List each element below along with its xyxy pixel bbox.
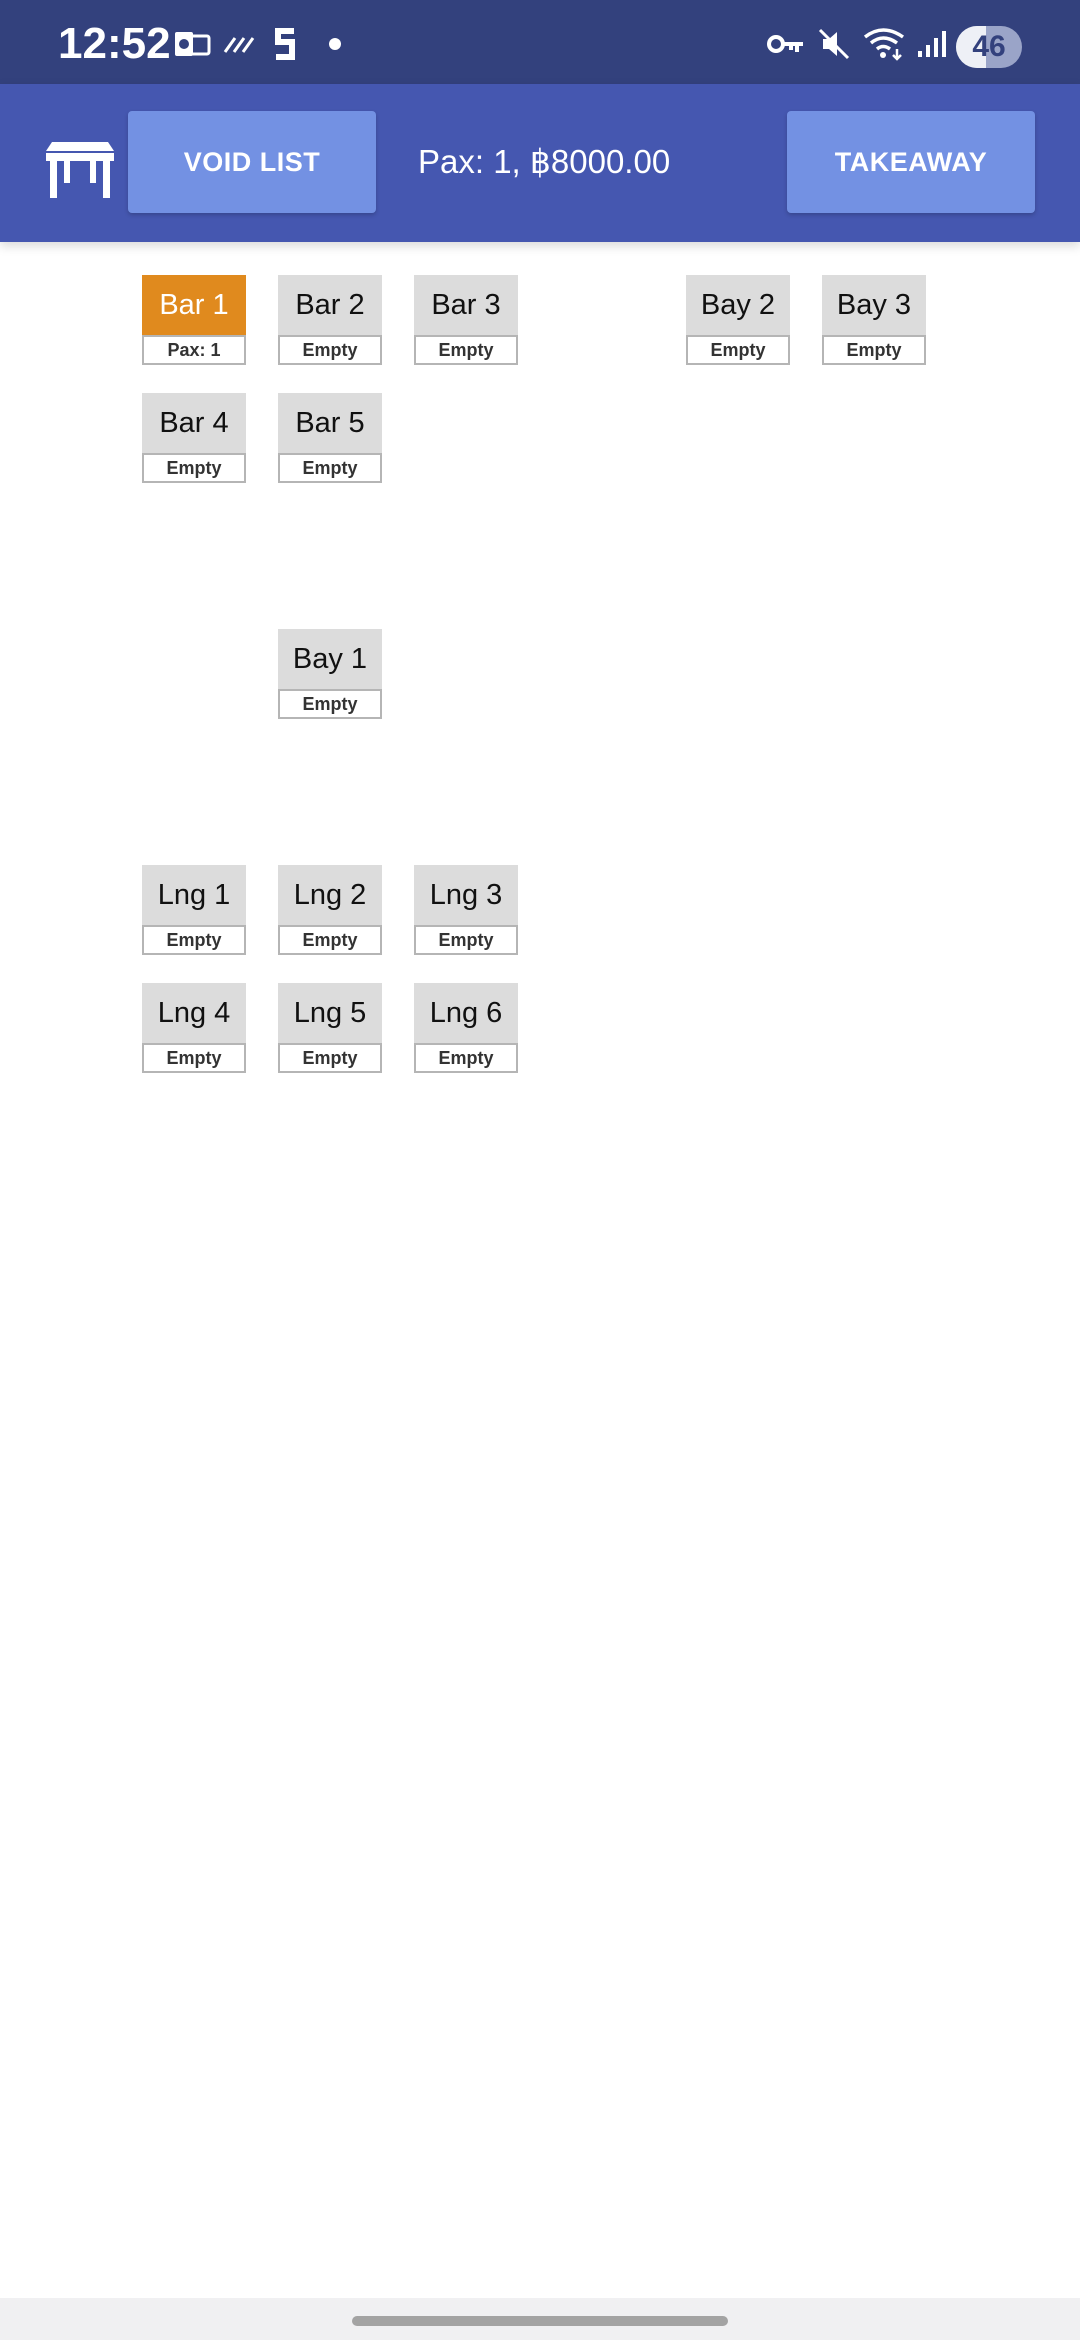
outlook-icon: [172, 24, 212, 64]
table-status: Pax: 1: [142, 335, 246, 365]
s-app-icon: [270, 24, 300, 64]
home-gesture-handle[interactable]: [352, 2316, 728, 2326]
wifi-icon: [862, 24, 908, 64]
stripes-icon: [222, 24, 258, 64]
table-status: Empty: [278, 453, 382, 483]
navigation-bar: [0, 2298, 1080, 2340]
table-name: Bay 1: [278, 629, 382, 689]
table-name: Bar 3: [414, 275, 518, 335]
table-name: Lng 3: [414, 865, 518, 925]
table-name: Bar 4: [142, 393, 246, 453]
table-status: Empty: [278, 689, 382, 719]
table-name: Bay 2: [686, 275, 790, 335]
dot-icon: [326, 24, 344, 64]
table-tile[interactable]: Bar 1 Pax: 1: [142, 275, 246, 365]
mute-icon: [816, 24, 852, 64]
table-tile[interactable]: Bay 3 Empty: [822, 275, 926, 365]
table-name: Bar 2: [278, 275, 382, 335]
table-name: Bay 3: [822, 275, 926, 335]
table-tile[interactable]: Bay 1 Empty: [278, 629, 382, 719]
table-name: Bar 5: [278, 393, 382, 453]
table-status: Empty: [414, 925, 518, 955]
table-tile[interactable]: Bay 2 Empty: [686, 275, 790, 365]
table-tile[interactable]: Bar 5 Empty: [278, 393, 382, 483]
signal-icon: [914, 24, 950, 64]
table-status: Empty: [142, 925, 246, 955]
table-tile[interactable]: Bar 4 Empty: [142, 393, 246, 483]
table-name: Lng 5: [278, 983, 382, 1043]
table-name: Lng 1: [142, 865, 246, 925]
table-name: Lng 2: [278, 865, 382, 925]
table-status: Empty: [686, 335, 790, 365]
table-name: Lng 4: [142, 983, 246, 1043]
table-status: Empty: [278, 925, 382, 955]
table-status: Empty: [414, 1043, 518, 1073]
table-tile[interactable]: Bar 3 Empty: [414, 275, 518, 365]
table-status: Empty: [142, 453, 246, 483]
void-list-button[interactable]: VOID LIST: [128, 111, 376, 213]
table-name: Lng 6: [414, 983, 518, 1043]
table-tile[interactable]: Lng 5 Empty: [278, 983, 382, 1073]
table-icon[interactable]: [44, 142, 116, 200]
table-status: Empty: [414, 335, 518, 365]
table-status: Empty: [822, 335, 926, 365]
battery-indicator: 46: [956, 26, 1022, 68]
table-tile[interactable]: Lng 2 Empty: [278, 865, 382, 955]
takeaway-button[interactable]: TAKEAWAY: [787, 111, 1035, 213]
table-tile[interactable]: Lng 6 Empty: [414, 983, 518, 1073]
table-tile[interactable]: Lng 3 Empty: [414, 865, 518, 955]
table-tile[interactable]: Lng 1 Empty: [142, 865, 246, 955]
status-time: 12:52: [58, 19, 171, 68]
table-name: Bar 1: [142, 275, 246, 335]
table-tile[interactable]: Bar 2 Empty: [278, 275, 382, 365]
table-status: Empty: [278, 335, 382, 365]
vpn-key-icon: [766, 24, 806, 64]
battery-percent: 46: [972, 30, 1006, 63]
table-status: Empty: [142, 1043, 246, 1073]
pax-total-summary: Pax: 1, ฿8000.00: [418, 143, 671, 180]
status-bar: 12:52 46: [0, 0, 1080, 84]
table-status: Empty: [278, 1043, 382, 1073]
table-tile[interactable]: Lng 4 Empty: [142, 983, 246, 1073]
app-bar: VOID LIST Pax: 1, ฿8000.00 TAKEAWAY: [0, 84, 1080, 242]
